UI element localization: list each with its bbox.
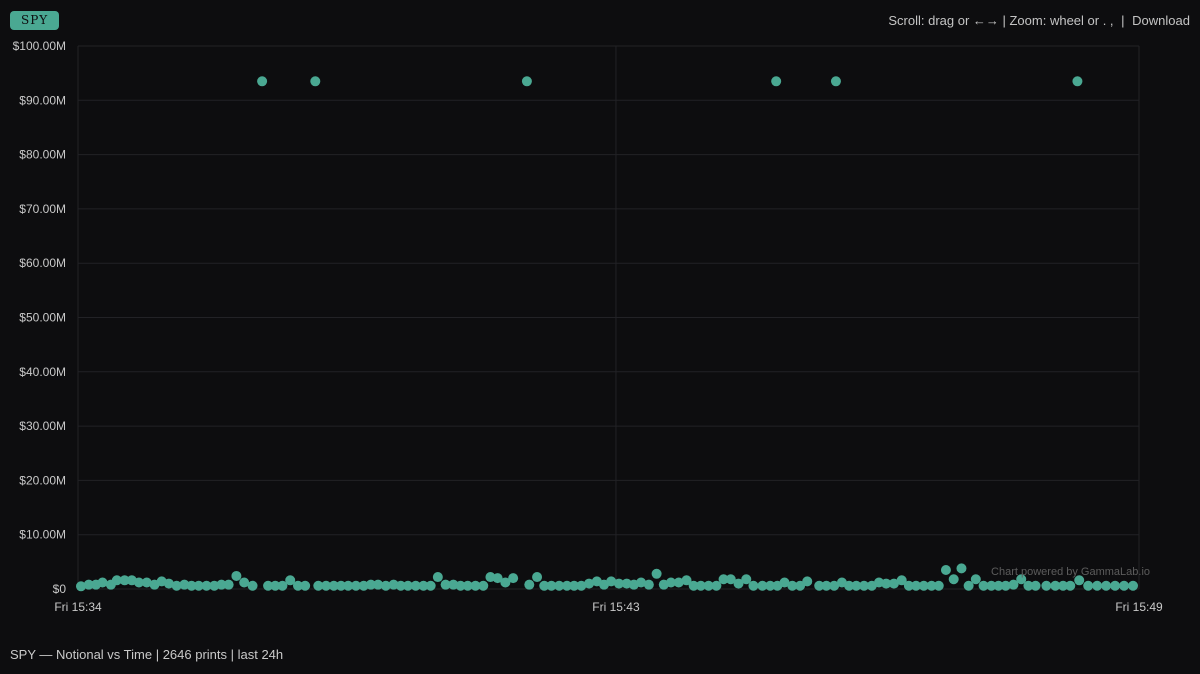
notional-scatter-chart[interactable]: $0 $10.00M $20.00M $30.00M $40.00M $50.00M $60… (0, 0, 1200, 630)
scatter-point[interactable] (948, 574, 959, 585)
x-tick-label: Fri 15:34 (54, 600, 102, 614)
scatter-point[interactable] (257, 76, 268, 87)
scatter-point[interactable] (508, 573, 519, 584)
scatter-point[interactable] (1101, 580, 1112, 591)
scatter-point[interactable] (1065, 580, 1076, 591)
scatter-point[interactable] (524, 579, 535, 590)
y-tick-label: $50.00M (19, 311, 66, 325)
scatter-point[interactable] (1072, 76, 1083, 87)
scatter-point[interactable] (300, 580, 311, 591)
scatter-point[interactable] (651, 568, 662, 579)
scatter-point[interactable] (802, 576, 813, 587)
y-tick-label: $30.00M (19, 419, 66, 433)
scatter-point[interactable] (771, 76, 782, 87)
y-tick-label: $90.00M (19, 93, 66, 107)
scatter-point[interactable] (532, 572, 543, 583)
scatter-point[interactable] (956, 563, 967, 574)
scatter-point[interactable] (1092, 580, 1103, 591)
scatter-point[interactable] (97, 577, 108, 588)
scatter-point[interactable] (1030, 580, 1041, 591)
y-tick-label: $20.00M (19, 473, 66, 487)
scatter-point[interactable] (521, 76, 532, 87)
scatter-point[interactable] (432, 572, 443, 583)
scatter-point[interactable] (231, 570, 242, 581)
scatter-point[interactable] (247, 580, 258, 591)
scatter-point[interactable] (223, 579, 234, 590)
scatter-point[interactable] (1083, 580, 1094, 591)
scatter-point[interactable] (1110, 580, 1121, 591)
scatter-point[interactable] (748, 580, 759, 591)
grid-lines (77, 45, 1140, 590)
data-points (75, 76, 1139, 592)
y-tick-label: $60.00M (19, 256, 66, 270)
y-tick-label: $40.00M (19, 365, 66, 379)
x-tick-label: Fri 15:49 (1115, 600, 1163, 614)
scatter-point[interactable] (940, 564, 951, 575)
y-tick-label: $80.00M (19, 148, 66, 162)
scatter-point[interactable] (310, 76, 321, 87)
axis-labels: $0 $10.00M $20.00M $30.00M $40.00M $50.00M $60… (13, 39, 1163, 614)
scatter-point[interactable] (643, 579, 654, 590)
scatter-point[interactable] (1041, 580, 1052, 591)
scatter-point[interactable] (933, 580, 944, 591)
scatter-point[interactable] (1119, 580, 1130, 591)
y-tick-label: $70.00M (19, 202, 66, 216)
chart-caption: SPY — Notional vs Time | 2646 prints | l… (10, 647, 284, 662)
scatter-point[interactable] (970, 574, 981, 585)
scatter-point[interactable] (478, 580, 489, 591)
scatter-point[interactable] (830, 76, 841, 87)
scatter-point[interactable] (425, 580, 436, 591)
y-tick-label: $10.00M (19, 528, 66, 542)
y-tick-label: $0 (53, 582, 67, 596)
x-tick-label: Fri 15:43 (592, 600, 640, 614)
y-tick-label: $100.00M (13, 39, 66, 53)
scatter-point[interactable] (1128, 580, 1139, 591)
watermark: Chart powered by GammaLab.io (991, 566, 1150, 578)
